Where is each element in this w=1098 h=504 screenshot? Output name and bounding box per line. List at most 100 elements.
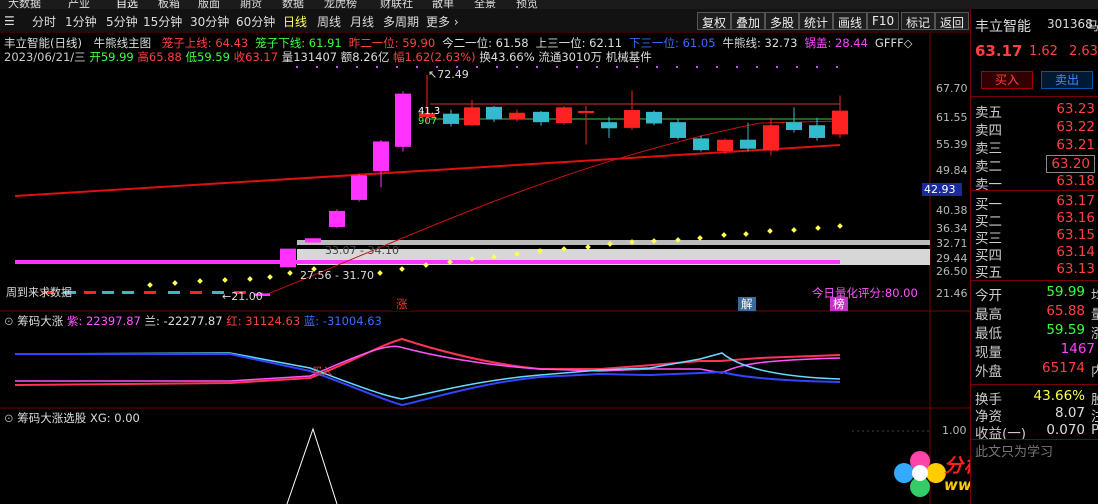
quote-row: 现量 1467 (975, 341, 1098, 361)
panel3-tick: 1.00 (942, 424, 967, 437)
toolbar-button[interactable]: 叠加 (731, 12, 766, 30)
left-note: 周到来求数据 (6, 286, 72, 299)
kline-chart[interactable] (0, 33, 970, 504)
top-menu-item[interactable]: 财联社 (380, 0, 413, 9)
candle-body (351, 175, 367, 200)
toolbar-button[interactable]: 返回 (935, 12, 970, 30)
price-tick: 61.55 (936, 111, 968, 124)
panel3-collapse-icon[interactable]: ⊙ (4, 411, 14, 425)
quote-row: 买四 63.14 (975, 244, 1098, 264)
bar-open: 开59.99 (89, 50, 134, 64)
top-menu-item[interactable]: 大数据 (8, 0, 41, 9)
quote-row-suffix: 均 (1091, 288, 1098, 304)
quote-pct: 2.63 (1069, 44, 1098, 59)
period-tab[interactable]: 月线 (350, 13, 374, 30)
marker-dot (536, 66, 538, 68)
sell-button[interactable]: 卖出 (1041, 71, 1093, 89)
panel2-title: 筹码大涨 (17, 314, 64, 328)
top-menu-item[interactable]: 龙虎榜 (324, 0, 357, 9)
bar-amp: 幅1.62(2.63%) (393, 50, 476, 64)
bar-industry: 机械基件 (605, 50, 652, 64)
panel2-buy-label: 买入 (312, 367, 332, 378)
buy-button[interactable]: 买入 (981, 71, 1033, 89)
bar-turnover: 换43.66% (479, 50, 535, 64)
signal-dot (222, 277, 228, 283)
marker-dot (336, 66, 338, 68)
top-menu-item[interactable]: 板箱 (158, 0, 180, 9)
menu-icon[interactable]: ☰ (4, 14, 22, 28)
signal-dot (147, 282, 153, 288)
period-tab[interactable]: 60分钟 (236, 13, 275, 30)
toolbar-button[interactable]: 统计 (799, 12, 834, 30)
quote-row-label: 现量 (975, 345, 1002, 361)
marker-dot (616, 66, 618, 68)
period-tab[interactable]: 1分钟 (65, 13, 97, 30)
rating-label: 今日量化评分:80.00 (812, 286, 918, 300)
quote-row-label: 卖三 (975, 141, 1002, 157)
period-tab-active[interactable]: 日线 (283, 13, 307, 30)
price-tick: 55.39 (936, 138, 968, 151)
marker-dot (516, 66, 518, 68)
panel2-collapse-icon[interactable]: ⊙ (4, 314, 14, 328)
marker-dot (756, 66, 758, 68)
quote-row-value: 63.15 (1056, 227, 1095, 243)
signal-dot (585, 244, 591, 250)
period-tab[interactable]: 多周期 (383, 13, 419, 30)
quote-other: 马 (1087, 19, 1098, 33)
marker-dot (416, 66, 418, 68)
top-menu-item[interactable]: 版面 (198, 0, 220, 9)
niu-xiong-line (14, 144, 841, 197)
top-menu-item[interactable]: 全景 (474, 0, 496, 9)
quote-row-label: 卖五 (975, 105, 1002, 121)
top-menu-item[interactable]: 自选 (116, 0, 138, 9)
quote-row: 卖一 63.18 (975, 173, 1098, 193)
quote-row-value: 63.20 (1046, 155, 1095, 173)
chart-area[interactable]: 丰立智能(日线) 牛熊线主图 笼子上线: 64.43 笼子下线: 61.91 昨二一… (0, 33, 970, 504)
quote-row: 买一 63.17 (975, 193, 1098, 213)
cyan-line (14, 352, 841, 400)
marker-dot (576, 66, 578, 68)
marker-dot (736, 66, 738, 68)
top-menu-item[interactable]: 预览 (516, 0, 538, 9)
toolbar-button[interactable]: 画线 (833, 12, 868, 30)
quote-price: 63.17 (975, 42, 1023, 60)
quote-row-label: 卖二 (975, 159, 1002, 175)
quote-row-value: 8.07 (1054, 405, 1085, 421)
signal-dot (197, 278, 203, 284)
indicator-value: 今二一位: 61.58 (442, 36, 529, 50)
period-tab[interactable]: 分时 (32, 13, 56, 30)
candle-body (190, 291, 202, 294)
period-tab[interactable]: 30分钟 (190, 13, 229, 30)
top-menu: 大数据 产业 自选 板箱 版面 期货 数据 龙虎榜 财联社 散单 全景 预览 (0, 0, 1098, 9)
quote-row: 买三 63.15 (975, 227, 1098, 247)
top-menu-item[interactable]: 数据 (282, 0, 304, 9)
quote-row-suffix: 涨 (1091, 326, 1098, 342)
marker-dot (316, 66, 318, 68)
quote-row: 卖四 63.22 (975, 119, 1098, 139)
toolbar-button[interactable]: 多股 (765, 12, 800, 30)
period-tab[interactable]: 5分钟 (106, 13, 138, 30)
candle-body (102, 291, 114, 294)
period-tab[interactable]: 周线 (317, 13, 341, 30)
marker-dot (696, 66, 698, 68)
quote-row: P 收益(一) 0.070 (975, 422, 1098, 442)
indicator-value: 上三一位: 62.11 (535, 36, 623, 50)
toolbar-button[interactable]: 复权 (697, 12, 732, 30)
top-menu-item[interactable]: 期货 (240, 0, 262, 9)
candle-body (84, 291, 96, 294)
candle-body (122, 291, 134, 294)
more-dropdown[interactable]: 更多 › (426, 13, 459, 30)
top-menu-item[interactable]: 产业 (68, 0, 90, 9)
indicator-value: 下三一位: 61.05 (629, 36, 716, 50)
period-tab[interactable]: 15分钟 (143, 13, 182, 30)
marker-dot (716, 66, 718, 68)
signal-dot (377, 270, 383, 276)
candle-body (786, 122, 802, 131)
toolbar-button[interactable]: F10 (867, 12, 900, 30)
price-tick: 32.71 (936, 237, 968, 250)
toolbar-button[interactable]: 标记 (901, 12, 936, 30)
top-menu-item[interactable]: 散单 (432, 0, 454, 9)
signal-dot (267, 274, 273, 280)
signal-dot (837, 223, 843, 229)
quote-row-value: 63.21 (1056, 137, 1095, 153)
